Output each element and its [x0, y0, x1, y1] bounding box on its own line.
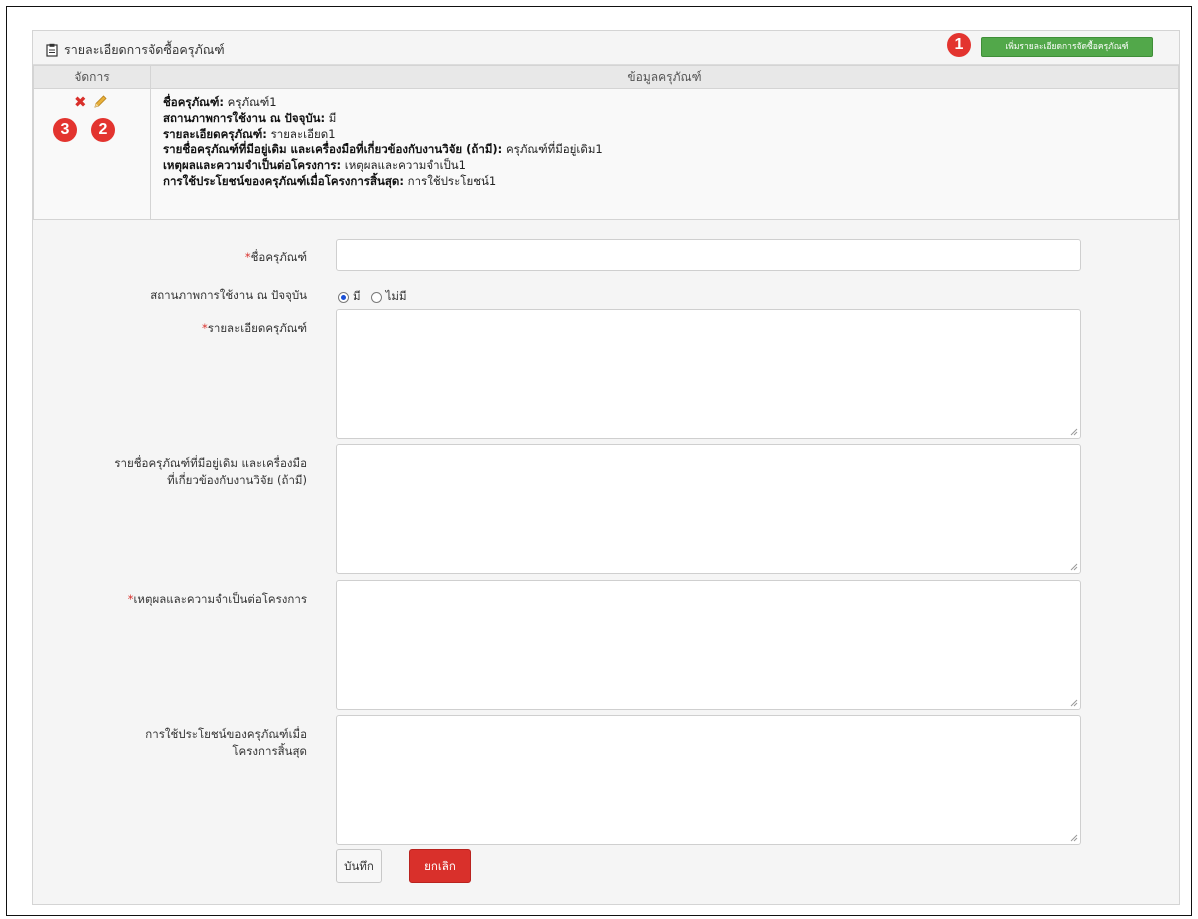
equipment-detail-label: *รายละเอียดครุภัณฑ์ — [201, 321, 307, 335]
info-line: รายละเอียดครุภัณฑ์: รายละเอียด1 — [163, 126, 336, 141]
reason-label: *เหตุผลและความจำเป็นต่อโครงการ — [127, 592, 307, 606]
equipment-purchase-panel: รายละเอียดการจัดซื้อครุภัณฑ์ เพิ่มรายละเ… — [32, 30, 1180, 905]
resize-grip-icon[interactable] — [1070, 563, 1078, 571]
annotation-marker-1: 1 — [947, 33, 971, 57]
status-option-yes-label: มี — [353, 289, 361, 303]
cancel-button[interactable]: ยกเลิก — [409, 849, 471, 883]
resize-grip-icon[interactable] — [1070, 699, 1078, 707]
clipboard-icon — [46, 43, 58, 57]
usage-status-radio-group: มี ไม่มี — [338, 288, 407, 306]
equipment-table: จัดการ ข้อมูลครุภัณฑ์ ✖ ชื่อครุภัณฑ์: คร… — [33, 65, 1179, 220]
equipment-name-input[interactable] — [336, 239, 1081, 271]
annotation-marker-3: 3 — [53, 118, 77, 142]
resize-grip-icon[interactable] — [1070, 428, 1078, 436]
reason-textarea[interactable] — [336, 580, 1081, 710]
info-line: ชื่อครุภัณฑ์: ครุภัณฑ์1 — [163, 95, 277, 109]
annotation-marker-2: 2 — [91, 118, 115, 142]
info-line: สถานภาพการใช้งาน ณ ปัจจุบัน: มี — [163, 110, 337, 125]
status-option-no-label: ไม่มี — [385, 289, 407, 303]
pencil-icon[interactable] — [92, 94, 108, 110]
info-line: เหตุผลและความจำเป็นต่อโครงการ: เหตุผลและ… — [163, 158, 466, 173]
status-radio-no[interactable] — [370, 291, 382, 303]
column-header-equipment-info: ข้อมูลครุภัณฑ์ — [150, 65, 1179, 89]
row-actions-cell: ✖ — [33, 88, 151, 220]
add-equipment-detail-button[interactable]: เพิ่มรายละเอียดการจัดซื้อครุภัณฑ์ — [981, 37, 1153, 57]
panel-title: รายละเอียดการจัดซื้อครุภัณฑ์ — [45, 40, 225, 60]
equipment-info: ชื่อครุภัณฑ์: ครุภัณฑ์1 สถานภาพการใช้งาน… — [152, 90, 1177, 190]
info-line: การใช้ประโยชน์ของครุภัณฑ์เมื่อโครงการสิ้… — [163, 173, 497, 188]
equipment-detail-textarea[interactable] — [336, 309, 1081, 439]
benefit-label: การใช้ประโยชน์ของครุภัณฑ์เมื่อ โครงการสิ… — [145, 727, 307, 758]
row-info-cell: ชื่อครุภัณฑ์: ครุภัณฑ์1 สถานภาพการใช้งาน… — [150, 88, 1179, 220]
existing-equipment-textarea[interactable] — [336, 444, 1081, 574]
save-button[interactable]: บันทึก — [336, 849, 382, 883]
panel-header: รายละเอียดการจัดซื้อครุภัณฑ์ เพิ่มรายละเ… — [33, 31, 1179, 65]
panel-title-text: รายละเอียดการจัดซื้อครุภัณฑ์ — [64, 42, 225, 57]
existing-equipment-label: รายชื่อครุภัณฑ์ที่มีอยู่เดิม และเครื่องม… — [114, 456, 307, 487]
column-header-manage: จัดการ — [33, 65, 151, 89]
benefit-textarea[interactable] — [336, 715, 1081, 845]
status-radio-yes[interactable] — [338, 291, 349, 303]
resize-grip-icon[interactable] — [1070, 834, 1078, 842]
equipment-name-label: *ชื่อครุภัณฑ์ — [244, 250, 307, 264]
usage-status-label: สถานภาพการใช้งาน ณ ปัจจุบัน — [150, 288, 307, 302]
info-line: รายชื่อครุภัณฑ์ที่มีอยู่เดิม และเครื่องม… — [163, 142, 603, 157]
table-row: ✖ ชื่อครุภัณฑ์: ครุภัณฑ์1 สถานภาพการใช้ง… — [33, 88, 1179, 220]
delete-icon[interactable]: ✖ — [74, 95, 87, 110]
